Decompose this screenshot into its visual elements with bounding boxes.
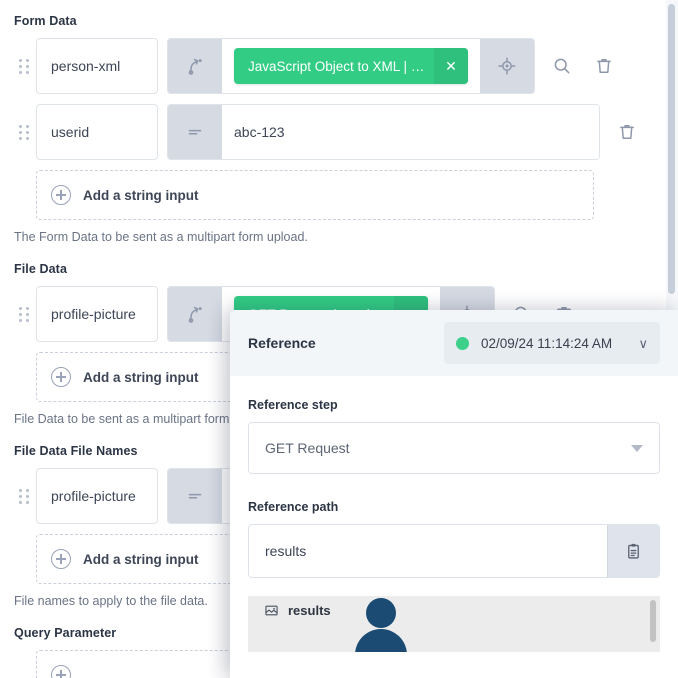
reference-arrow-icon <box>188 58 202 75</box>
drag-handle[interactable] <box>12 51 36 81</box>
delete-button[interactable] <box>583 44 625 88</box>
add-string-input-button-form-data[interactable]: Add a string input <box>36 170 594 220</box>
text-lines-icon <box>188 129 202 135</box>
form-data-row-2: userid abc-123 <box>12 104 648 160</box>
plus-circle-icon <box>51 549 71 569</box>
reference-popover-body: Reference step GET Request Reference pat… <box>230 376 678 652</box>
reference-path-input[interactable]: results <box>249 525 607 577</box>
search-button[interactable] <box>541 44 583 88</box>
section-form-data: Form Data person-xml JavaScript Object t… <box>12 14 648 244</box>
reference-popover: Reference 02/09/24 11:14:24 AM ∨ Referen… <box>230 310 678 678</box>
trash-icon <box>620 125 634 139</box>
target-icon <box>498 57 516 75</box>
reference-step-select[interactable]: GET Request <box>248 422 660 474</box>
reference-step-label: Reference step <box>248 398 338 412</box>
trash-icon <box>597 59 611 73</box>
file-names-key-input-1[interactable]: profile-picture <box>36 468 158 524</box>
reference-popover-header: Reference 02/09/24 11:14:24 AM ∨ <box>230 310 678 376</box>
page-scrollbar-thumb[interactable] <box>668 4 675 294</box>
reference-path-field: results <box>248 524 660 578</box>
form-data-key-input-2[interactable]: userid <box>36 104 158 160</box>
clipboard-icon <box>628 543 639 559</box>
reference-arrow-icon <box>188 306 202 323</box>
drag-dots-icon <box>19 58 29 74</box>
avatar-preview <box>354 598 408 652</box>
delete-button[interactable] <box>606 110 648 154</box>
form-data-row-actions-2 <box>606 110 648 154</box>
search-icon <box>554 58 570 74</box>
section-title: Form Data <box>14 14 77 28</box>
plus-circle-icon <box>51 367 71 387</box>
form-data-row-actions-1 <box>541 44 625 88</box>
add-string-input-label: Add a string input <box>83 369 199 385</box>
run-selector-label: 02/09/24 11:14:24 AM <box>481 335 613 351</box>
form-data-value-group-1: JavaScript Object to XML | … ✕ <box>167 38 535 94</box>
chevron-down-icon: ∨ <box>638 335 648 351</box>
file-data-key-input-1[interactable]: profile-picture <box>36 286 158 342</box>
close-icon[interactable]: ✕ <box>434 48 468 84</box>
reference-arrow-icon-button[interactable] <box>168 287 222 341</box>
reference-chip-label: JavaScript Object to XML | … <box>248 58 425 74</box>
copy-path-button[interactable] <box>607 525 659 577</box>
chevron-down-icon <box>631 444 643 452</box>
run-selector-dropdown[interactable]: 02/09/24 11:14:24 AM ∨ <box>444 322 660 364</box>
section-help-form-data: The Form Data to be sent as a multipart … <box>14 230 308 244</box>
reference-arrow-icon-button[interactable] <box>168 39 222 93</box>
form-data-row-1: person-xml JavaScript Object to XML | … <box>12 38 648 94</box>
plus-circle-icon <box>51 665 71 678</box>
reference-tree: results <box>248 596 660 652</box>
reference-chip[interactable]: JavaScript Object to XML | … ✕ <box>234 48 468 84</box>
plus-circle-icon <box>51 185 71 205</box>
reference-step-value: GET Request <box>265 440 350 456</box>
text-lines-icon-button[interactable] <box>168 105 222 159</box>
add-string-input-label: Add a string input <box>83 187 199 203</box>
form-data-key-input-1[interactable]: person-xml <box>36 38 158 94</box>
tree-item-label: results <box>288 603 331 618</box>
reference-tree-scrollbar-thumb[interactable] <box>650 600 656 642</box>
status-dot-icon <box>456 336 469 350</box>
form-data-value-1[interactable]: JavaScript Object to XML | … ✕ <box>222 39 480 93</box>
drag-dots-icon <box>19 488 29 504</box>
drag-dots-icon <box>19 306 29 322</box>
section-title: File Data <box>14 262 67 276</box>
text-lines-icon <box>188 493 202 499</box>
form-data-value-2[interactable]: abc-123 <box>222 105 599 159</box>
tree-item-results[interactable]: results <box>248 596 660 618</box>
target-icon-button[interactable] <box>480 39 534 93</box>
reference-picker-screen: Form Data person-xml JavaScript Object t… <box>0 0 678 678</box>
avatar-head <box>366 598 396 628</box>
drag-dots-icon <box>19 124 29 140</box>
text-lines-icon-button[interactable] <box>168 469 222 523</box>
image-icon <box>265 605 278 616</box>
avatar-body <box>355 629 407 652</box>
reference-popover-title: Reference <box>248 335 316 351</box>
add-string-input-label: Add a string input <box>83 551 199 567</box>
drag-handle[interactable] <box>12 299 36 329</box>
form-data-value-group-2: abc-123 <box>167 104 600 160</box>
reference-path-label: Reference path <box>248 500 339 514</box>
drag-handle[interactable] <box>12 117 36 147</box>
drag-handle[interactable] <box>12 481 36 511</box>
